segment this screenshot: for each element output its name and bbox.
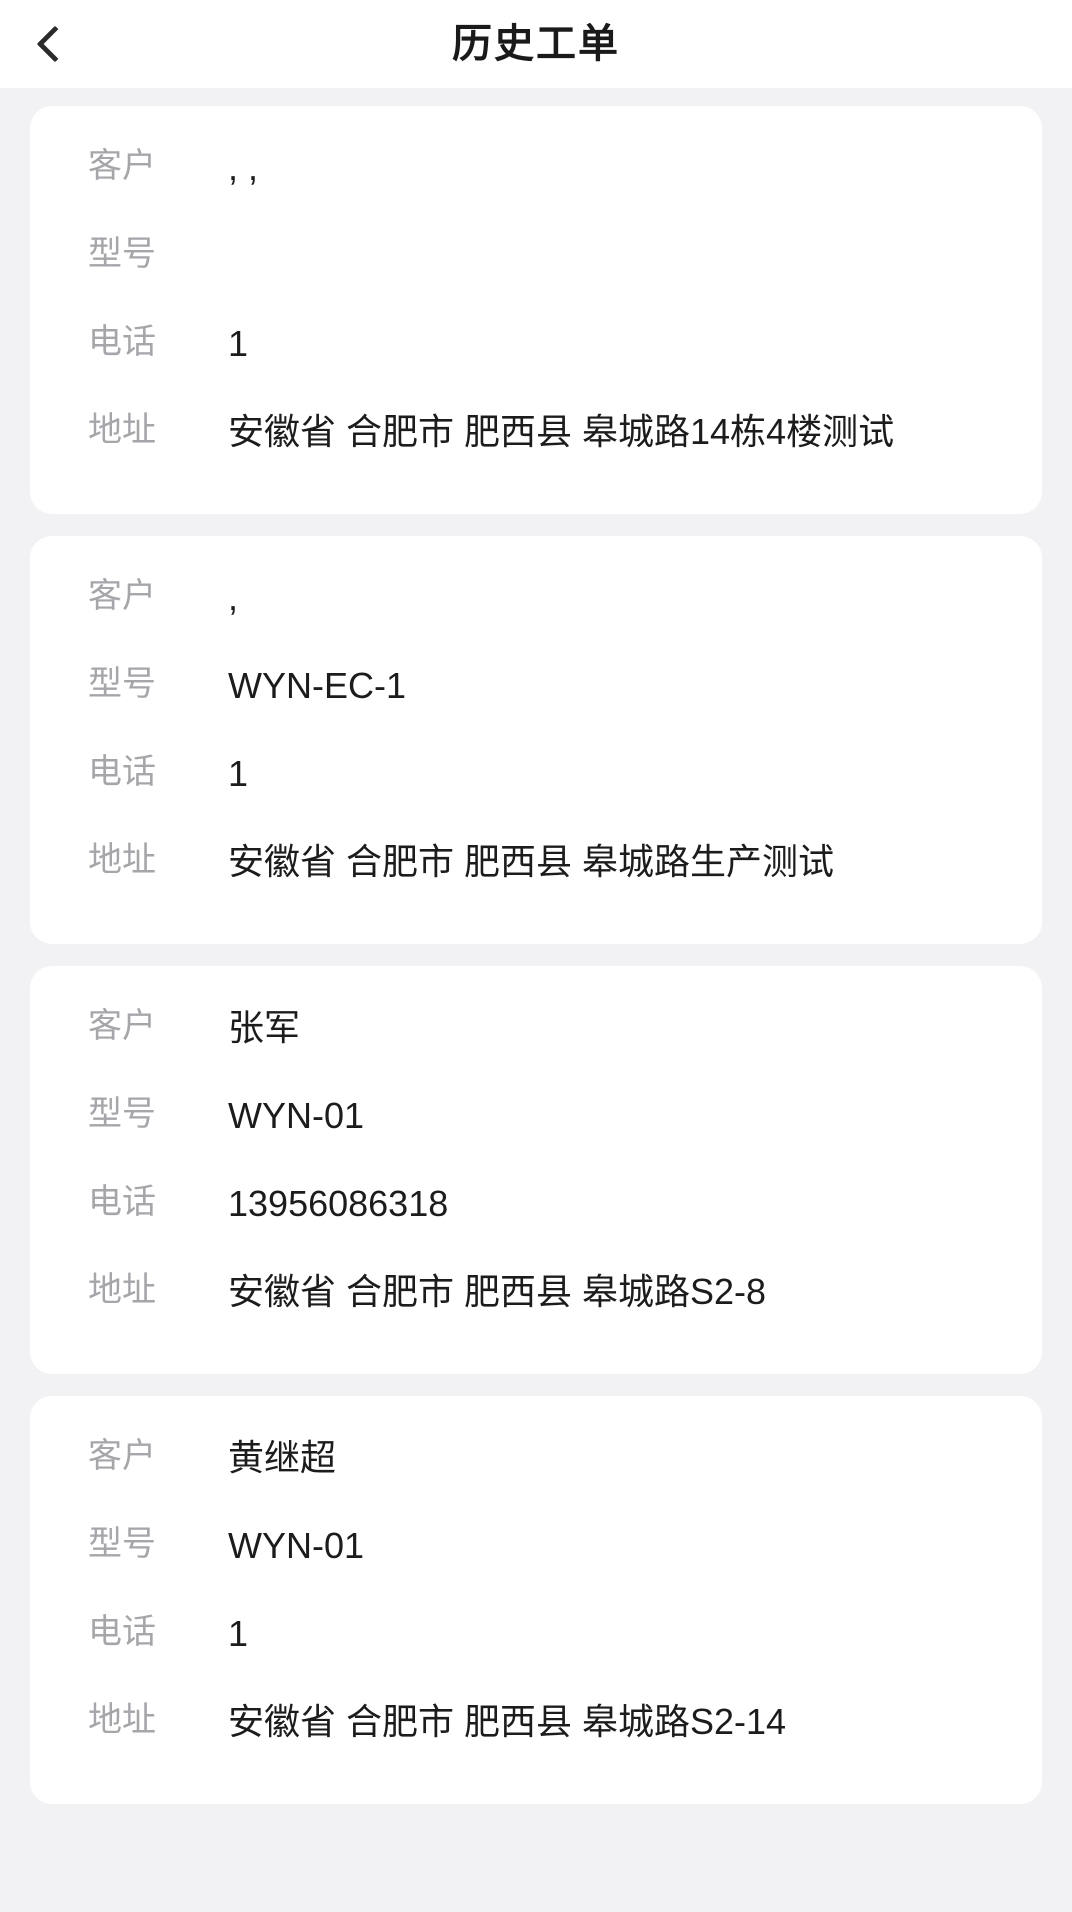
chevron-left-icon bbox=[36, 25, 74, 63]
work-order-card[interactable]: 客户 , 型号 WYN-EC-1 电话 1 地址 安徽省 合肥市 肥西县 皋城路… bbox=[30, 536, 1042, 944]
field-row-customer: 客户 , , bbox=[30, 140, 1042, 214]
field-value-address: 安徽省 合肥市 肥西县 皋城路S2-8 bbox=[228, 1271, 767, 1312]
field-value-customer: 张军 bbox=[228, 1007, 301, 1048]
field-value-model bbox=[228, 228, 984, 284]
field-label-phone: 电话 bbox=[88, 1183, 156, 1221]
field-value-address: 安徽省 合肥市 肥西县 皋城路14栋4楼测试 bbox=[228, 411, 895, 452]
back-button[interactable] bbox=[36, 0, 122, 88]
field-value-model: WYN-01 bbox=[228, 1095, 365, 1136]
field-row-address: 地址 安徽省 合肥市 肥西县 皋城路S2-14 bbox=[30, 1694, 1042, 1768]
field-label-phone: 电话 bbox=[88, 323, 156, 361]
field-value-customer: 黄继超 bbox=[228, 1437, 337, 1478]
field-value-customer: , , bbox=[228, 147, 259, 188]
field-label-address: 地址 bbox=[88, 411, 156, 449]
field-value-address: 安徽省 合肥市 肥西县 皋城路S2-14 bbox=[228, 1701, 787, 1742]
navigation-bar: 历史工单 bbox=[0, 0, 1072, 88]
work-order-card[interactable]: 客户 黄继超 型号 WYN-01 电话 1 地址 安徽省 合肥市 肥西县 皋城路… bbox=[30, 1396, 1042, 1804]
field-row-model: 型号 bbox=[30, 228, 1042, 302]
field-label-address: 地址 bbox=[88, 841, 156, 879]
page-title: 历史工单 bbox=[452, 22, 620, 66]
field-label-address: 地址 bbox=[88, 1271, 156, 1309]
field-row-model: 型号 WYN-01 bbox=[30, 1518, 1042, 1592]
field-row-customer: 客户 张军 bbox=[30, 1000, 1042, 1074]
field-row-customer: 客户 , bbox=[30, 570, 1042, 644]
field-label-customer: 客户 bbox=[88, 577, 156, 615]
field-label-model: 型号 bbox=[88, 235, 156, 273]
work-order-card[interactable]: 客户 张军 型号 WYN-01 电话 13956086318 地址 安徽省 合肥… bbox=[30, 966, 1042, 1374]
field-label-model: 型号 bbox=[88, 1095, 156, 1133]
field-label-model: 型号 bbox=[88, 1525, 156, 1563]
field-row-customer: 客户 黄继超 bbox=[30, 1430, 1042, 1504]
field-row-model: 型号 WYN-EC-1 bbox=[30, 658, 1042, 732]
field-value-phone: 1 bbox=[228, 753, 249, 794]
field-label-customer: 客户 bbox=[88, 1437, 156, 1475]
field-row-phone: 电话 1 bbox=[30, 746, 1042, 820]
field-label-model: 型号 bbox=[88, 665, 156, 703]
field-label-customer: 客户 bbox=[88, 147, 156, 185]
field-row-address: 地址 安徽省 合肥市 肥西县 皋城路S2-8 bbox=[30, 1264, 1042, 1338]
field-value-address: 安徽省 合肥市 肥西县 皋城路生产测试 bbox=[228, 841, 835, 882]
field-row-address: 地址 安徽省 合肥市 肥西县 皋城路14栋4楼测试 bbox=[30, 404, 1042, 478]
field-value-phone: 13956086318 bbox=[228, 1183, 449, 1224]
field-row-model: 型号 WYN-01 bbox=[30, 1088, 1042, 1162]
field-row-phone: 电话 1 bbox=[30, 316, 1042, 390]
work-order-card[interactable]: 客户 , , 型号 电话 1 地址 安徽省 合肥市 肥西县 皋城路14栋4楼测试 bbox=[30, 106, 1042, 514]
field-value-model: WYN-01 bbox=[228, 1525, 365, 1566]
field-label-customer: 客户 bbox=[88, 1007, 156, 1045]
field-row-phone: 电话 13956086318 bbox=[30, 1176, 1042, 1250]
field-value-phone: 1 bbox=[228, 323, 249, 364]
field-label-phone: 电话 bbox=[88, 753, 156, 791]
field-label-address: 地址 bbox=[88, 1701, 156, 1739]
field-label-phone: 电话 bbox=[88, 1613, 156, 1651]
field-value-phone: 1 bbox=[228, 1613, 249, 1654]
work-order-list[interactable]: 客户 , , 型号 电话 1 地址 安徽省 合肥市 肥西县 皋城路14栋4楼测试… bbox=[0, 88, 1072, 1912]
field-row-address: 地址 安徽省 合肥市 肥西县 皋城路生产测试 bbox=[30, 834, 1042, 908]
field-value-customer: , bbox=[228, 577, 239, 618]
field-value-model: WYN-EC-1 bbox=[228, 665, 406, 706]
field-row-phone: 电话 1 bbox=[30, 1606, 1042, 1680]
